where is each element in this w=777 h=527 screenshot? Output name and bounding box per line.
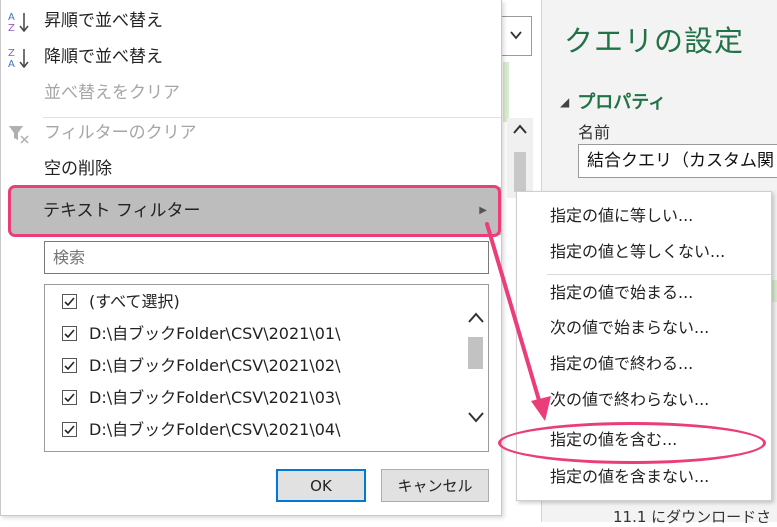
checkmark-icon xyxy=(64,297,75,307)
ok-button[interactable]: OK xyxy=(276,469,366,502)
svg-text:Z: Z xyxy=(8,23,15,34)
list-item-label: D:\自ブックFolder\CSV\2021\01\ xyxy=(89,324,341,343)
list-item[interactable]: D:\自ブックFolder\CSV\2021\04\ xyxy=(45,414,463,446)
scrollbar-thumb[interactable] xyxy=(514,152,526,192)
submenu-item-not-ends-with[interactable]: 次の値で終わらない... xyxy=(517,383,771,417)
search-input[interactable] xyxy=(44,241,489,274)
list-item-label: D:\自ブックFolder\CSV\2021\02\ xyxy=(89,356,341,375)
query-name-input[interactable]: 結合クエリ（カスタム関 xyxy=(578,144,777,178)
submenu-item-label: 次の値で終わらない... xyxy=(550,390,710,409)
filter-value-list: (すべて選択) D:\自ブックFolder\CSV\2021\01\ D:\自ブ… xyxy=(44,284,489,452)
submenu-item-label: 指定の値を含まない... xyxy=(550,467,710,486)
svg-text:A: A xyxy=(8,59,15,70)
list-item[interactable]: (すべて選択) xyxy=(45,286,463,318)
checkmark-icon xyxy=(64,361,75,371)
chevron-up-icon[interactable] xyxy=(513,124,527,134)
sort-descending-label: 降順で並べ替え xyxy=(44,47,163,67)
sort-ascending-icon: A Z xyxy=(8,12,29,34)
submenu-item-not-equals[interactable]: 指定の値と等しくない... xyxy=(517,235,771,269)
status-text: 11.1 にダウンロードさ xyxy=(613,508,772,526)
checkbox[interactable] xyxy=(62,422,77,437)
list-item-label: D:\自ブックFolder\CSV\2021\04\ xyxy=(89,420,341,439)
collapse-triangle-icon[interactable]: ◢ xyxy=(560,95,569,109)
column-filter-menu: A Z 昇順で並べ替え Z A 降順で並べ替え 並べ替えをクリア フィルターのク… xyxy=(0,0,502,516)
submenu-item-label: 指定の値で始まる... xyxy=(550,283,694,302)
background-column-strip xyxy=(503,62,509,122)
checkbox[interactable] xyxy=(62,326,77,341)
cancel-button[interactable]: キャンセル xyxy=(381,469,489,502)
list-item[interactable]: D:\自ブックFolder\CSV\2021\02\ xyxy=(45,350,463,382)
menu-item-sort-descending[interactable]: Z A 降順で並べ替え xyxy=(1,40,501,74)
list-item-label: (すべて選択) xyxy=(89,292,180,311)
query-settings-title: クエリの設定 xyxy=(564,24,745,58)
name-label: 名前 xyxy=(578,123,611,142)
list-item[interactable]: D:\自ブックFolder\CSV\2021\01\ xyxy=(45,318,463,350)
svg-text:A: A xyxy=(8,12,15,23)
submenu-item-label: 次の値で始まらない... xyxy=(550,318,710,337)
chevron-up-icon[interactable] xyxy=(468,312,484,324)
submenu-item-label: 指定の値に等しい... xyxy=(550,206,694,225)
background-scrollbar[interactable] xyxy=(507,118,533,198)
list-item-label: D:\自ブックFolder\CSV\2021\03\ xyxy=(89,388,341,407)
submenu-item-not-begins-with[interactable]: 次の値で始まらない... xyxy=(517,311,771,345)
submenu-item-label: 指定の値で終わる... xyxy=(550,354,694,373)
checkbox[interactable] xyxy=(62,390,77,405)
sort-descending-icon: Z A xyxy=(8,48,29,70)
menu-item-sort-ascending[interactable]: A Z 昇順で並べ替え xyxy=(1,4,501,38)
menu-item-remove-empty[interactable]: 空の削除 xyxy=(1,152,501,186)
svg-text:Z: Z xyxy=(8,48,15,59)
filter-clear-icon xyxy=(9,126,29,144)
highlight-frame-text-filter xyxy=(8,185,501,237)
properties-label: プロパティ xyxy=(577,92,667,113)
highlight-ellipse-contains xyxy=(498,422,766,464)
list-item[interactable]: D:\自ブックFolder\CSV\2021\03\ xyxy=(45,382,463,414)
column-dropdown[interactable] xyxy=(500,16,532,56)
submenu-item-ends-with[interactable]: 指定の値で終わる... xyxy=(517,347,771,381)
checkbox[interactable] xyxy=(62,358,77,373)
scrollbar-thumb[interactable] xyxy=(468,337,483,369)
checkbox[interactable] xyxy=(62,294,77,309)
checkmark-icon xyxy=(64,425,75,435)
properties-section-header[interactable]: ◢ プロパティ xyxy=(560,88,666,114)
clear-sort-label: 並べ替えをクリア xyxy=(44,83,180,103)
chevron-down-icon[interactable] xyxy=(468,411,484,423)
clear-filter-label: フィルターのクリア xyxy=(44,123,197,143)
submenu-item-begins-with[interactable]: 指定の値で始まる... xyxy=(517,276,771,310)
list-scrollbar[interactable] xyxy=(463,285,488,451)
menu-item-clear-filter[interactable]: フィルターのクリア xyxy=(1,116,501,150)
chevron-down-icon xyxy=(510,31,522,40)
checkmark-icon xyxy=(64,329,75,339)
submenu-separator xyxy=(547,274,771,275)
submenu-item-label: 指定の値と等しくない... xyxy=(550,242,726,261)
remove-empty-label: 空の削除 xyxy=(44,159,112,179)
menu-item-clear-sort[interactable]: 並べ替えをクリア xyxy=(1,76,501,110)
checkmark-icon xyxy=(64,393,75,403)
submenu-item-not-contains[interactable]: 指定の値を含まない... xyxy=(517,460,771,494)
sort-ascending-label: 昇順で並べ替え xyxy=(44,11,163,31)
submenu-item-equals[interactable]: 指定の値に等しい... xyxy=(517,199,771,233)
